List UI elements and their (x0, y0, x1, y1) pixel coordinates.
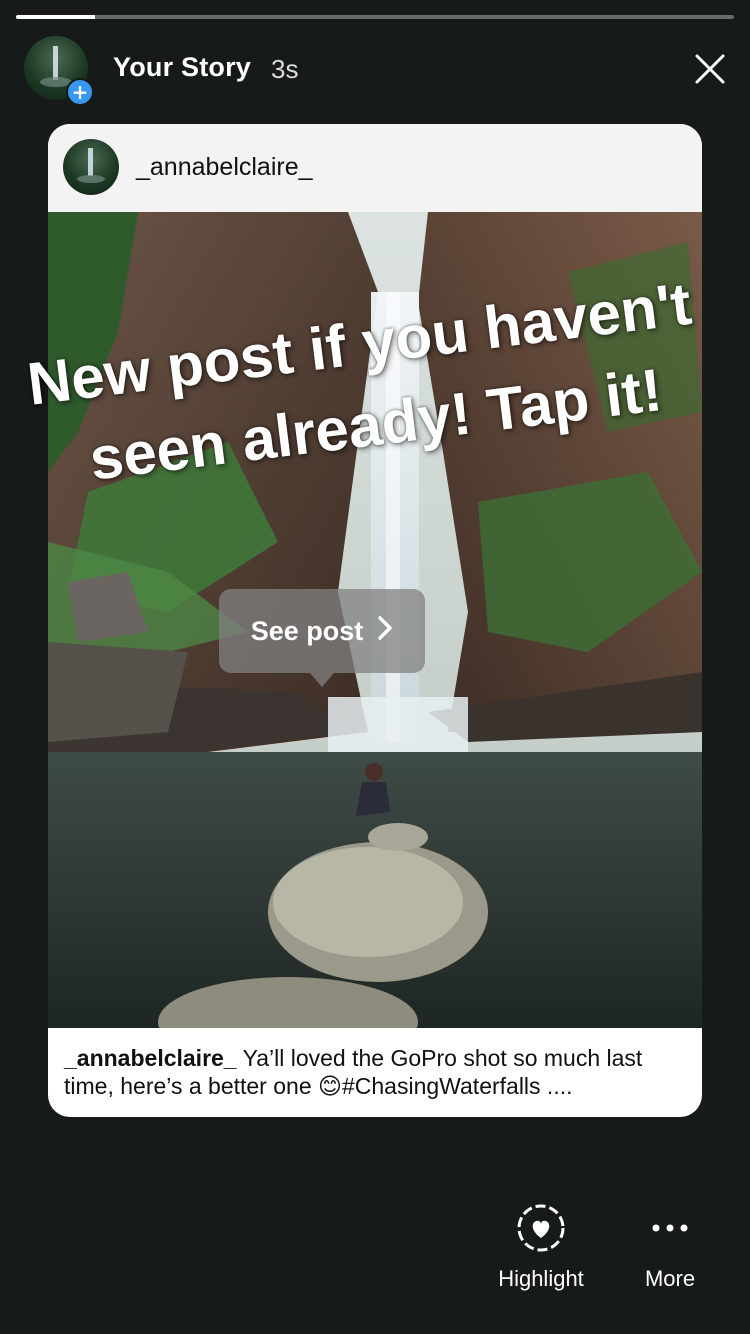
chevron-right-icon (377, 615, 393, 648)
post-caption: _annabelclaire_ Ya’ll loved the GoPro sh… (64, 1044, 694, 1100)
plus-icon[interactable]: + (66, 78, 94, 106)
more-button[interactable]: More (634, 1200, 706, 1292)
highlight-label: Highlight (498, 1266, 584, 1291)
post-header: _annabelclaire_ (48, 124, 702, 212)
more-dots-icon (634, 1200, 706, 1256)
post-username: _annabelclaire_ (136, 153, 313, 181)
story-title: Your Story (113, 52, 252, 82)
highlight-button[interactable]: Highlight (488, 1200, 594, 1292)
see-post-button[interactable]: See post (219, 589, 425, 673)
profile-avatar[interactable]: + (24, 36, 94, 106)
caption-username[interactable]: _annabelclaire_ (64, 1045, 237, 1071)
post-author-avatar (63, 139, 119, 195)
story-progress-fill (16, 15, 95, 19)
story-progress-bar (16, 15, 734, 19)
more-label: More (644, 1266, 696, 1291)
heart-circle-icon (488, 1200, 594, 1256)
story-timestamp: 3s (271, 54, 299, 84)
see-post-label: See post (250, 615, 364, 646)
close-icon[interactable] (693, 52, 727, 86)
tooltip-tail (310, 673, 334, 687)
